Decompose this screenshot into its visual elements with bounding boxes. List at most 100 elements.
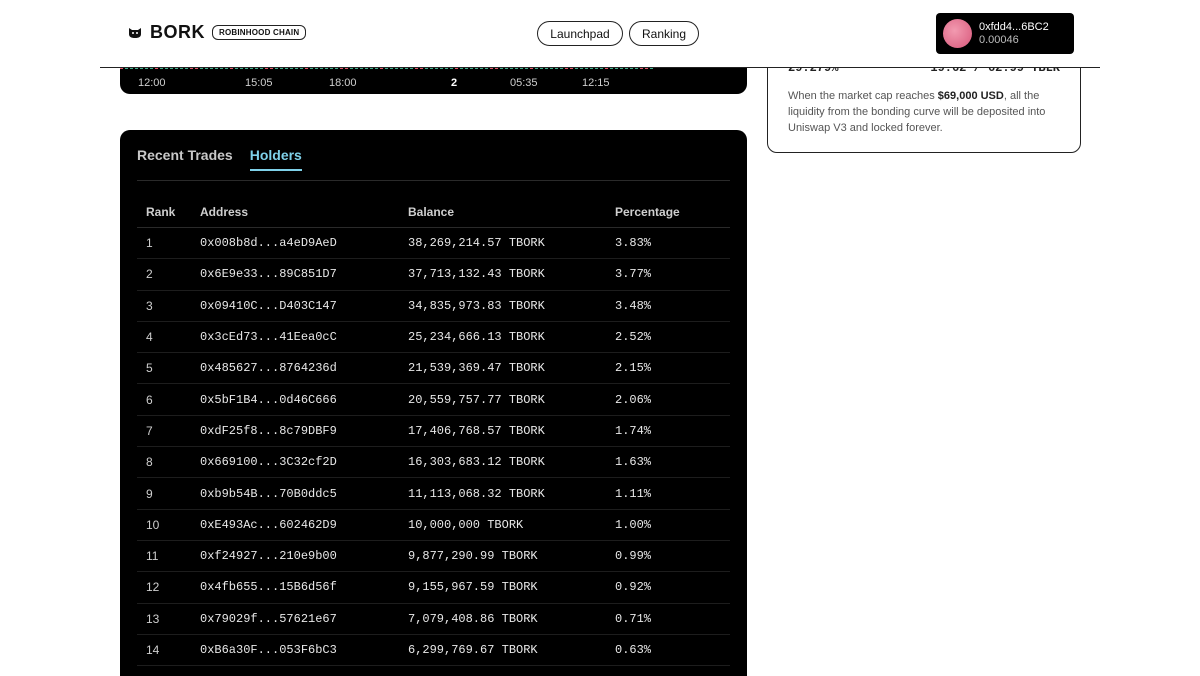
table-body: 1 0x008b8d...a4eD9AeD 38,269,214.57 TBORK 3… — [137, 228, 730, 667]
table-row: 3 0x09410C...D403C147 34,835,973.83 TBORK 3… — [137, 291, 730, 322]
holder-address-link[interactable]: 0x3cEd73...41Eea0cC — [200, 330, 408, 344]
holder-percentage: 0.71% — [615, 611, 652, 626]
holder-rank: 10 — [146, 517, 160, 532]
table-row: 13 0x79029f...57621e67 7,079,408.86 TBORK 0… — [137, 604, 730, 635]
time-axis-label: 05:35 — [510, 77, 538, 89]
holder-balance: 10,000,000 TBORK — [408, 517, 524, 532]
column-header-rank: Rank — [146, 204, 176, 219]
panel-tabs: Recent Trades Holders — [137, 147, 319, 171]
holder-percentage: 1.74% — [615, 423, 652, 438]
holder-balance: 37,713,132.43 TBORK — [408, 267, 545, 282]
tabs-divider — [137, 180, 730, 181]
holder-balance: 17,406,768.57 TBORK — [408, 423, 545, 438]
time-axis-label: 2 — [451, 77, 458, 89]
page: 12:00 15:05 18:00 2 05:35 12:15 29.279% … — [0, 0, 1200, 676]
holder-address-link[interactable]: 0x09410C...D403C147 — [200, 299, 408, 313]
table-row: 10 0xE493Ac...602462D9 10,000,000 TBORK 1.0… — [137, 510, 730, 541]
holder-percentage: 2.06% — [615, 392, 652, 407]
holder-percentage: 3.77% — [615, 267, 652, 282]
holder-rank: 3 — [146, 298, 153, 313]
holder-address-link[interactable]: 0x4fb655...15B6d56f — [200, 580, 408, 594]
holder-address-link[interactable]: 0x008b8d...a4eD9AeD — [200, 236, 408, 250]
holder-rank: 6 — [146, 392, 153, 407]
holder-address-link[interactable]: 0x5bF1B4...0d46C666 — [200, 393, 408, 407]
holder-rank: 12 — [146, 580, 160, 595]
column-header-balance: Balance — [408, 204, 455, 219]
holders-panel: Recent Trades Holders Rank Address Balan… — [120, 130, 747, 676]
holder-rank: 8 — [146, 455, 153, 470]
time-axis-label: 12:15 — [582, 77, 610, 89]
market-cap-target: $69,000 USD — [937, 90, 1004, 102]
holder-rank: 14 — [146, 643, 160, 657]
holder-address-link[interactable]: 0xf24927...210e9b00 — [200, 549, 408, 563]
holders-table: Rank Address Balance Percentage 1 0x008b8… — [137, 196, 730, 667]
holder-address-link[interactable]: 0xb9b54B...70B0ddc5 — [200, 487, 408, 501]
ranking-button[interactable]: Ranking — [629, 21, 699, 46]
tab-holders[interactable]: Holders — [249, 147, 302, 171]
column-header-percentage: Percentage — [615, 204, 680, 219]
holder-balance: 6,299,769.67 TBORK — [408, 643, 538, 657]
holder-percentage: 0.63% — [615, 643, 652, 657]
holder-percentage: 1.11% — [615, 486, 652, 501]
holder-percentage: 0.92% — [615, 580, 652, 595]
holder-address-link[interactable]: 0x485627...8764236d — [200, 361, 408, 375]
holder-rank: 11 — [146, 549, 159, 564]
table-row: 7 0xdF25f8...8c79DBF9 17,406,768.57 TBORK 1… — [137, 416, 730, 448]
bonding-curve-description: When the market cap reaches $69,000 USD,… — [788, 90, 1046, 134]
time-axis-label: 18:00 — [329, 77, 357, 89]
tab-recent-trades[interactable]: Recent Trades — [137, 147, 233, 171]
holder-percentage: 1.63% — [615, 455, 652, 470]
avatar — [943, 19, 972, 48]
time-axis-label: 12:00 — [138, 77, 166, 89]
holder-balance: 9,155,967.59 TBORK — [408, 580, 538, 595]
holder-balance: 16,303,683.12 TBORK — [408, 455, 545, 470]
brand-logo[interactable]: BORK ROBINHOOD CHAIN — [128, 22, 307, 43]
holder-rank: 4 — [146, 330, 153, 345]
table-row: 14 0xB6a30F...053F6bC3 6,299,769.67 TBORK 0… — [137, 635, 730, 667]
table-row: 9 0xb9b54B...70B0ddc5 11,113,068.32 TBORK 1… — [137, 478, 730, 510]
wallet-button[interactable]: 0xfdd4...6BC2 0.00046 — [936, 13, 1074, 54]
holder-rank: 13 — [146, 611, 160, 626]
holder-balance: 7,079,408.86 TBORK — [408, 611, 538, 626]
wallet-balance: 0.00046 — [979, 33, 1019, 46]
table-row: 5 0x485627...8764236d 21,539,369.47 TBORK 2… — [137, 353, 730, 385]
wallet-address: 0xfdd4...6BC2 — [979, 20, 1049, 33]
holder-balance: 38,269,214.57 TBORK — [408, 236, 545, 251]
holder-balance: 25,234,666.13 TBORK — [408, 330, 545, 345]
table-row: 4 0x3cEd73...41Eea0cC 25,234,666.13 TBORK 2… — [137, 322, 730, 354]
launchpad-button[interactable]: Launchpad — [537, 21, 623, 46]
table-row: 2 0x6E9e33...89C851D7 37,713,132.43 TBORK 3… — [137, 259, 730, 291]
holder-rank: 5 — [146, 361, 153, 376]
holder-balance: 21,539,369.47 TBORK — [408, 361, 545, 376]
brand-name: BORK — [150, 22, 205, 42]
holder-percentage: 0.99% — [615, 549, 652, 564]
table-row: 6 0x5bF1B4...0d46C666 20,559,757.77 TBORK 2… — [137, 384, 730, 416]
dog-logo-icon — [129, 27, 141, 38]
holder-address-link[interactable]: 0xdF25f8...8c79DBF9 — [200, 424, 408, 438]
chain-badge: ROBINHOOD CHAIN — [212, 25, 307, 40]
holder-address-link[interactable]: 0xE493Ac...602462D9 — [200, 518, 408, 532]
holder-balance: 11,113,068.32 TBORK — [408, 486, 545, 501]
holder-address-link[interactable]: 0xB6a30F...053F6bC3 — [200, 643, 408, 657]
time-axis-label: 15:05 — [245, 77, 273, 89]
holder-balance: 20,559,757.77 TBORK — [408, 392, 545, 407]
holder-rank: 9 — [146, 486, 153, 501]
holder-rank: 1 — [146, 236, 153, 251]
wallet-info: 0xfdd4...6BC2 0.00046 — [979, 21, 1049, 47]
holder-percentage: 3.83% — [615, 236, 652, 251]
holder-balance: 34,835,973.83 TBORK — [408, 298, 545, 313]
holder-address-link[interactable]: 0x669100...3C32cf2D — [200, 455, 408, 469]
holder-address-link[interactable]: 0x6E9e33...89C851D7 — [200, 267, 408, 281]
table-header: Rank Address Balance Percentage — [137, 196, 730, 228]
table-row: 12 0x4fb655...15B6d56f 9,155,967.59 TBORK 0… — [137, 572, 730, 604]
column-header-address: Address — [200, 204, 249, 219]
table-row: 11 0xf24927...210e9b00 9,877,290.99 TBORK 0… — [137, 541, 730, 573]
holder-percentage: 2.52% — [615, 330, 652, 345]
holder-percentage: 1.00% — [615, 517, 652, 532]
holder-percentage: 3.48% — [615, 298, 652, 313]
top-header: BORK ROBINHOOD CHAIN Launchpad Ranking 0… — [100, 0, 1100, 68]
table-row: 1 0x008b8d...a4eD9AeD 38,269,214.57 TBORK 3… — [137, 228, 730, 260]
holder-address-link[interactable]: 0x79029f...57621e67 — [200, 612, 408, 626]
holder-balance: 9,877,290.99 TBORK — [408, 549, 538, 564]
holder-rank: 7 — [146, 423, 153, 438]
